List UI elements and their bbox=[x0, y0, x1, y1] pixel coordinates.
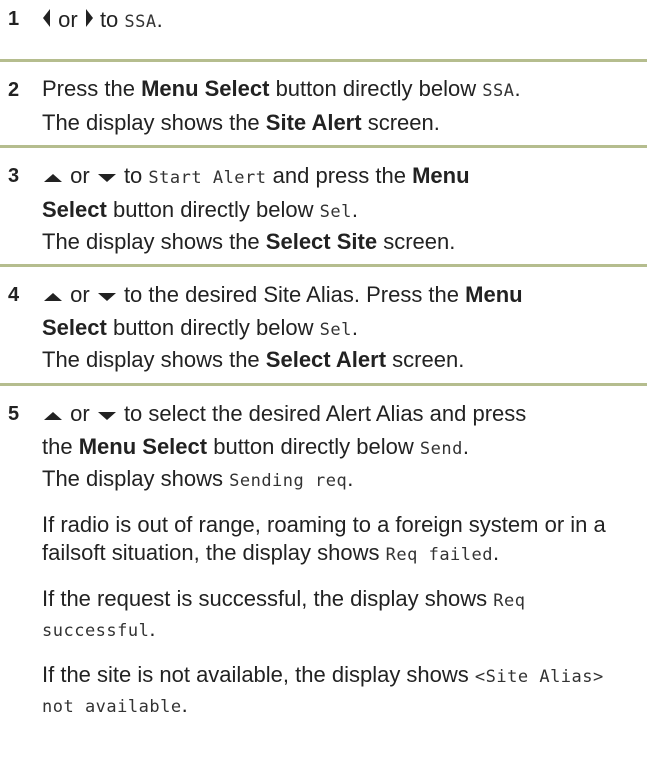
menu-select-bold: Menu Select bbox=[141, 76, 270, 101]
step-text: The display shows bbox=[42, 466, 223, 492]
screen-name: Select Alert bbox=[265, 347, 387, 373]
lcd-text: SSA bbox=[482, 81, 515, 101]
lcd-text: Sending req bbox=[229, 471, 348, 492]
separator bbox=[0, 59, 647, 62]
menu-select-bold: Menu Select bbox=[78, 434, 208, 460]
step-text: If the site is not available, the displa… bbox=[42, 662, 469, 688]
step-text: button directly below bbox=[112, 197, 314, 222]
period: . bbox=[493, 540, 500, 566]
period: . bbox=[514, 76, 521, 101]
step-body: or to select the desired Alert Alias and… bbox=[42, 400, 642, 721]
separator bbox=[0, 264, 647, 267]
lcd-text: Sel bbox=[319, 320, 352, 341]
separator bbox=[0, 383, 647, 386]
step-text: button directly below bbox=[112, 315, 314, 341]
step-text: the bbox=[42, 434, 73, 460]
step-number: 3 bbox=[8, 165, 20, 187]
down-arrow-icon bbox=[96, 282, 118, 310]
step-text: screen. bbox=[383, 229, 456, 254]
up-arrow-icon bbox=[42, 163, 64, 191]
lcd-text: Req failed bbox=[385, 545, 493, 566]
separator bbox=[0, 145, 647, 148]
down-arrow-icon bbox=[96, 163, 118, 191]
step-text: to the desired Site Alias. Press the bbox=[123, 282, 460, 307]
or-text: or bbox=[70, 401, 90, 426]
menu-bold: Menu bbox=[412, 163, 470, 188]
period: . bbox=[149, 616, 156, 642]
step-text: to select the desired Alert Alias and pr… bbox=[123, 401, 527, 426]
lcd-text: SSA bbox=[124, 12, 157, 32]
period: . bbox=[156, 7, 163, 32]
step-body: Press the Menu Select button directly be… bbox=[42, 75, 642, 137]
step-number: 4 bbox=[8, 284, 20, 306]
screen-name: Select Site bbox=[265, 229, 378, 254]
menu-bold: Menu bbox=[465, 282, 523, 307]
lcd-text: Start Alert bbox=[148, 168, 267, 188]
step-text: to bbox=[99, 7, 119, 32]
select-bold: Select bbox=[42, 197, 107, 222]
or-text: or bbox=[58, 7, 78, 32]
period: . bbox=[181, 692, 188, 718]
step-text: button directly below bbox=[213, 434, 414, 460]
lcd-text: Send bbox=[419, 439, 463, 460]
step-text: If the request is successful, the displa… bbox=[42, 586, 488, 612]
step-number: 1 bbox=[8, 8, 20, 30]
step-text: to bbox=[123, 163, 143, 188]
period: . bbox=[351, 197, 358, 222]
step-text: The display shows the bbox=[42, 229, 260, 254]
screen-name: Site Alert bbox=[265, 110, 362, 135]
lcd-text: Sel bbox=[319, 202, 352, 222]
step-text: screen. bbox=[367, 110, 440, 135]
paragraph-not-available: If the site is not available, the displa… bbox=[42, 661, 642, 721]
period: . bbox=[351, 315, 358, 341]
or-text: or bbox=[70, 163, 90, 188]
step-number: 2 bbox=[8, 79, 20, 101]
paragraph-out-of-range: If radio is out of range, roaming to a f… bbox=[42, 511, 642, 569]
step-body: or to SSA. bbox=[42, 6, 642, 36]
or-text: or bbox=[70, 282, 90, 307]
step-text: Press the bbox=[42, 76, 135, 101]
right-arrow-icon bbox=[84, 7, 94, 35]
up-arrow-icon bbox=[42, 401, 64, 429]
step-body: or to Start Alert and press the Menu Sel… bbox=[42, 162, 642, 256]
left-arrow-icon bbox=[42, 7, 52, 35]
select-bold: Select bbox=[42, 315, 107, 341]
up-arrow-icon bbox=[42, 282, 64, 310]
down-arrow-icon bbox=[96, 401, 118, 429]
step-body: or to the desired Site Alias. Press the … bbox=[42, 281, 642, 374]
step-text: screen. bbox=[392, 347, 465, 373]
step-number: 5 bbox=[8, 403, 20, 425]
period: . bbox=[347, 466, 354, 492]
step-text: and press the bbox=[272, 163, 406, 188]
paragraph-success: If the request is successful, the displa… bbox=[42, 585, 642, 645]
step-text: The display shows the bbox=[42, 110, 260, 135]
step-text: button directly below bbox=[275, 76, 477, 101]
step-text: The display shows the bbox=[42, 347, 260, 373]
step-text: If radio is out of range, roaming to a f… bbox=[42, 512, 606, 566]
period: . bbox=[462, 434, 469, 460]
